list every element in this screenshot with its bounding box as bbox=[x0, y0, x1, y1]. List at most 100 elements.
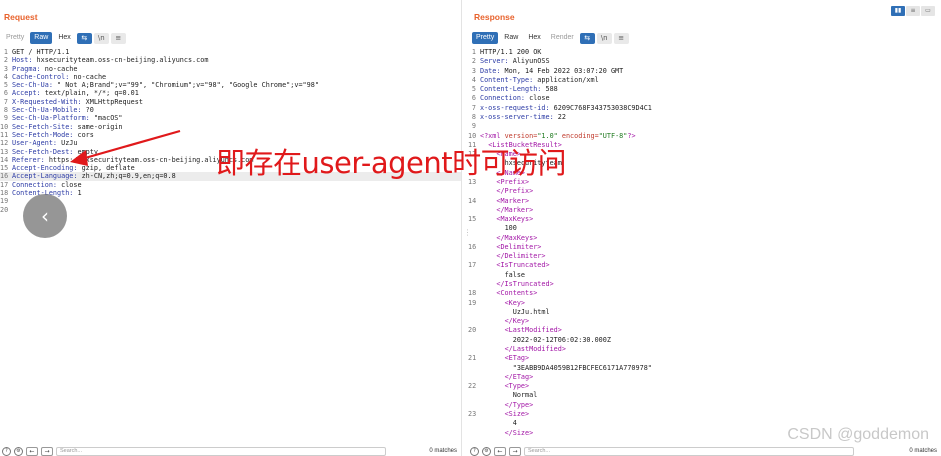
header-value: cors bbox=[73, 130, 94, 139]
next-arrow-icon[interactable]: → bbox=[41, 446, 53, 456]
request-editor[interactable]: 1 GET / HTTP/1.1 2 Host: hxsecurityteam.oss… bbox=[0, 48, 461, 214]
response-title: Response bbox=[474, 12, 515, 22]
xml-tag: </LastModified> bbox=[504, 345, 566, 353]
response-tab-pretty[interactable]: Pretty bbox=[472, 32, 499, 44]
response-tab-render[interactable]: Render bbox=[547, 32, 578, 44]
header-name: Sec-Ch-Ua: bbox=[12, 81, 53, 90]
newline-icon[interactable]: \n bbox=[93, 32, 109, 44]
header-name: Accept-Language: bbox=[12, 172, 78, 181]
xml-line: </Key> bbox=[468, 317, 941, 326]
xml-line: 15 <MaxKeys> bbox=[468, 215, 941, 224]
request-line: 9 Sec-Ch-Ua-Platform: "macOS" bbox=[0, 114, 461, 122]
xml-tag: </Marker> bbox=[496, 205, 534, 214]
response-search-input[interactable]: Search... bbox=[524, 446, 854, 456]
xml-tag: <Size> bbox=[504, 409, 530, 418]
xml-attr-name: encoding= bbox=[561, 131, 599, 140]
wrap-icon[interactable]: ⇆ bbox=[76, 32, 92, 44]
xml-line: 100 bbox=[468, 224, 941, 233]
menu-icon[interactable]: ≡ bbox=[613, 32, 629, 44]
line-number: 6 bbox=[3, 89, 8, 98]
xml-text: 4 bbox=[512, 419, 517, 428]
response-editor[interactable]: 1 HTTP/1.1 200 OK 2 Server: AliyunOSS 3 Date:… bbox=[468, 48, 941, 438]
header-name: Referer: bbox=[12, 155, 45, 164]
request-search-input[interactable]: Search... bbox=[56, 446, 386, 456]
header-value: XMLHttpRequest bbox=[81, 97, 143, 106]
wrap-icon[interactable]: ⇆ bbox=[579, 32, 595, 44]
line-number: 2 bbox=[3, 56, 8, 65]
xml-tag: <IsTruncated> bbox=[496, 261, 550, 270]
xml-line: 16 <Delimiter> bbox=[468, 243, 941, 252]
line-number bbox=[468, 373, 476, 382]
header-name: Sec-Fetch-Mode: bbox=[12, 130, 74, 139]
line-number bbox=[468, 187, 476, 196]
response-line: 5 Content-Length: 588 bbox=[468, 85, 941, 94]
request-tab-raw[interactable]: Raw bbox=[30, 32, 53, 44]
xml-line: 2022-02-12T06:02:30.000Z bbox=[468, 336, 941, 345]
next-arrow-icon[interactable]: → bbox=[509, 446, 521, 456]
request-line: 3 Pragma: no-cache bbox=[0, 65, 461, 73]
help-icon[interactable]: ? bbox=[2, 446, 11, 456]
header-value: "macOS" bbox=[89, 114, 123, 123]
layout-single-icon[interactable]: ▭ bbox=[921, 6, 935, 16]
response-tab-hex[interactable]: Hex bbox=[524, 32, 544, 44]
xml-tag: </Prefix> bbox=[496, 187, 534, 196]
line-number: 13 bbox=[0, 147, 9, 156]
line-number: 8 bbox=[3, 106, 8, 115]
xml-line: 14 <Marker> bbox=[468, 197, 941, 206]
menu-icon[interactable]: ≡ bbox=[110, 32, 126, 44]
settings-icon[interactable]: ⚙ bbox=[482, 446, 491, 456]
line-number: 2 bbox=[471, 57, 476, 66]
line-number: 1 bbox=[3, 48, 8, 56]
back-button[interactable]: ‹ bbox=[23, 194, 67, 238]
line-number: 22 bbox=[468, 382, 477, 391]
prev-arrow-icon[interactable]: ← bbox=[494, 446, 506, 456]
header-name: Sec-Ch-Ua-Platform: bbox=[12, 114, 90, 123]
line-number: 20 bbox=[0, 205, 9, 214]
xml-tag: </Delimiter> bbox=[496, 252, 546, 261]
header-name: User-Agent: bbox=[12, 139, 58, 148]
layout-side-by-side-icon[interactable]: ▮▮ bbox=[891, 6, 905, 16]
line-number: 7 bbox=[3, 97, 8, 106]
response-line: 3 Date: Mon, 14 Feb 2022 03:07:20 GMT bbox=[468, 67, 941, 76]
request-line: 2 Host: hxsecurityteam.oss-cn-beijing.ali… bbox=[0, 56, 461, 64]
xml-pi-close: ?> bbox=[627, 131, 636, 140]
layout-stacked-icon[interactable]: ≡ bbox=[906, 6, 920, 16]
response-line: 1 HTTP/1.1 200 OK bbox=[468, 48, 941, 57]
request-line: 5 Sec-Ch-Ua: " Not A;Brand";v="99", "Chro… bbox=[0, 81, 461, 89]
response-tab-raw[interactable]: Raw bbox=[500, 32, 522, 44]
header-name: Sec-Fetch-Site: bbox=[12, 122, 74, 131]
line-number: 11 bbox=[0, 130, 9, 139]
xml-line: "3EABB9DA4059B12FBCFEC6171A770978" bbox=[468, 364, 941, 373]
line-number: 15 bbox=[468, 215, 477, 224]
help-icon[interactable]: ? bbox=[470, 446, 479, 456]
settings-icon[interactable]: ⚙ bbox=[14, 446, 23, 456]
line-number: 7 bbox=[471, 103, 476, 112]
line-number: 9 bbox=[471, 122, 476, 131]
line-number: 5 bbox=[3, 81, 8, 90]
xml-line: 20 <LastModified> bbox=[468, 326, 941, 335]
header-value: GET / HTTP/1.1 bbox=[12, 48, 70, 56]
header-value: UzJu bbox=[57, 139, 78, 148]
header-name: Pragma: bbox=[12, 64, 41, 73]
request-search-bar: ? ⚙ ← → Search... 0 matches bbox=[0, 446, 461, 456]
request-tab-hex[interactable]: Hex bbox=[54, 32, 74, 44]
newline-icon[interactable]: \n bbox=[596, 32, 612, 44]
xml-tag: <MaxKeys> bbox=[496, 215, 534, 224]
header-name: Sec-Fetch-Dest: bbox=[12, 147, 74, 156]
prev-arrow-icon[interactable]: ← bbox=[26, 446, 38, 456]
header-name: x-oss-server-time: bbox=[480, 112, 554, 121]
response-line: 2 Server: AliyunOSS bbox=[468, 57, 941, 66]
annotation-text: 即存在user-agent时可访问 bbox=[216, 146, 567, 180]
request-match-count: 0 matches bbox=[429, 448, 457, 454]
xml-line: false bbox=[468, 271, 941, 280]
request-tab-pretty[interactable]: Pretty bbox=[2, 32, 28, 44]
xml-text: 2022-02-12T06:02:30.000Z bbox=[512, 335, 611, 344]
